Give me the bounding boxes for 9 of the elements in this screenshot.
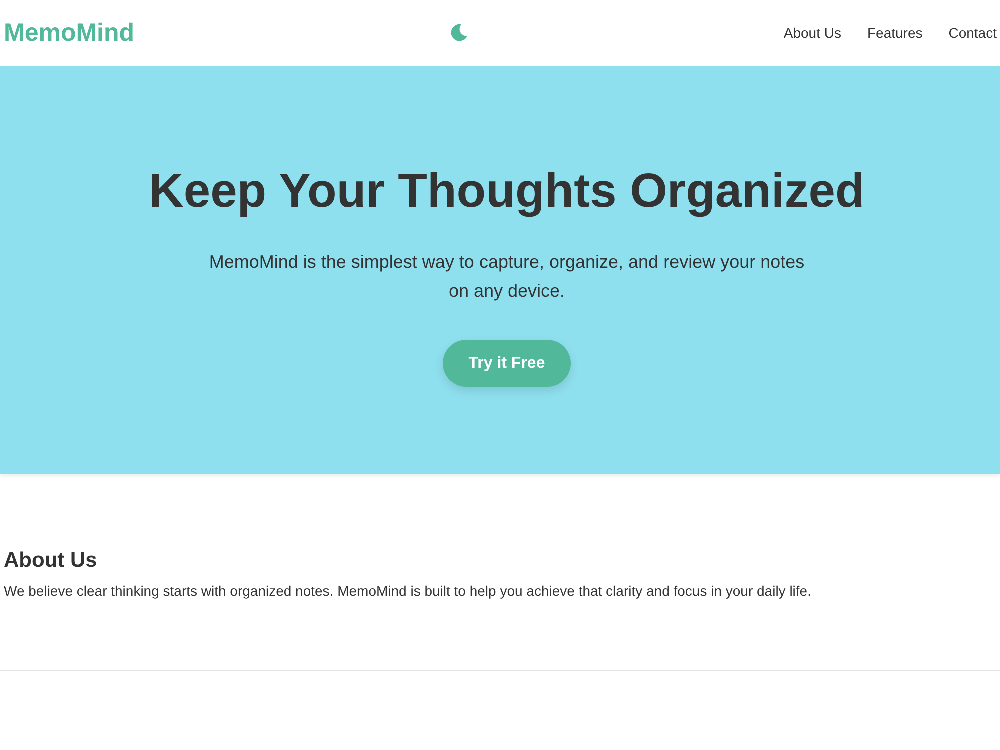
hero-title: Keep Your Thoughts Organized bbox=[149, 164, 865, 220]
theme-toggle-button[interactable] bbox=[450, 24, 468, 42]
section-text: We believe clear thinking starts with organized notes. MemoMind is built to help you achieve that clarity and focus in your daily life. bbox=[4, 583, 812, 600]
section-heading: About Us bbox=[4, 548, 98, 574]
hero-subtitle: MemoMind is the simplest way to capture, organize, and review your notes on any device. bbox=[208, 251, 806, 303]
nav-link[interactable]: Features bbox=[867, 25, 923, 41]
nav-link[interactable]: About Us bbox=[784, 25, 842, 41]
moon-icon bbox=[450, 24, 468, 42]
nav-link[interactable]: Contact bbox=[948, 25, 997, 41]
